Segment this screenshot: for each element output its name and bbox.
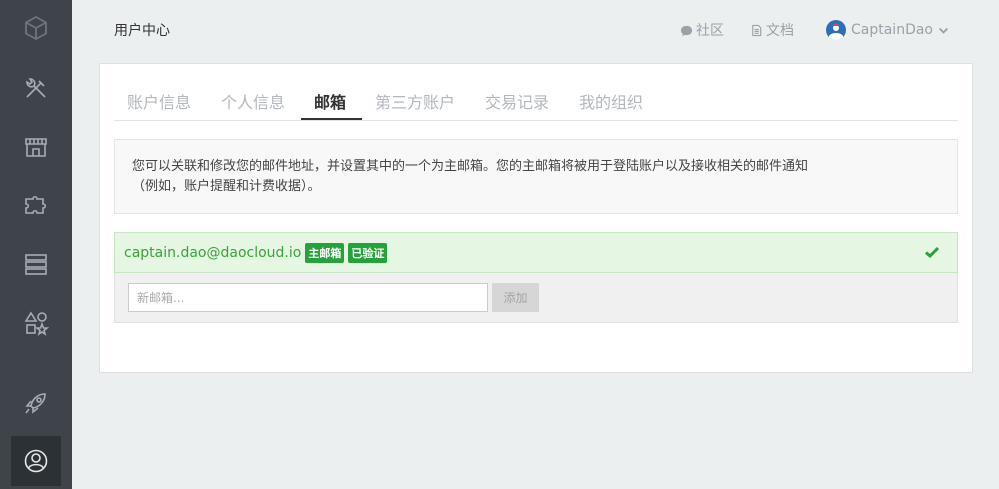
email-address: captain.dao@daocloud.io: [124, 244, 302, 261]
shapes-icon[interactable]: [11, 298, 61, 348]
info-text-line1: 您可以关联和修改您的邮件地址，并设置其中的一个为主邮箱。您的主邮箱将被用于登陆账…: [132, 159, 809, 174]
comment-icon: [680, 25, 693, 36]
store-icon[interactable]: [11, 122, 61, 172]
docs-label: 文档: [766, 23, 794, 39]
docs-link[interactable]: 文档: [750, 20, 794, 40]
email-settings-card: 账户信息 个人信息 邮箱 第三方账户 交易记录 我的组织 您可以关联和修改您的邮…: [99, 63, 973, 373]
avatar: [826, 20, 846, 40]
add-email-button[interactable]: 添加: [492, 283, 539, 312]
chevron-down-icon: [938, 27, 949, 34]
document-icon: [752, 24, 762, 36]
tab-bar: 账户信息 个人信息 邮箱 第三方账户 交易记录 我的组织: [114, 64, 958, 121]
header-links: 社区 文档 CaptainDao: [654, 20, 953, 40]
community-link[interactable]: 社区: [680, 20, 724, 40]
email-row: captain.dao@daocloud.io 主邮箱 已验证: [114, 232, 958, 273]
puzzle-icon[interactable]: [11, 180, 61, 230]
primary-badge: 主邮箱: [305, 242, 345, 263]
email-info-box: 您可以关联和修改您的邮件地址，并设置其中的一个为主邮箱。您的主邮箱将被用于登陆账…: [114, 139, 958, 214]
page-title: 用户中心: [114, 23, 170, 39]
add-email-row: 添加: [114, 273, 958, 323]
username: CaptainDao: [851, 22, 933, 38]
tab-transactions[interactable]: 交易记录: [485, 89, 549, 113]
tab-third-party[interactable]: 第三方账户: [375, 89, 455, 113]
verified-badge: 已验证: [348, 242, 388, 263]
logo-cube-icon[interactable]: [11, 3, 61, 53]
tab-email[interactable]: 邮箱: [314, 89, 346, 113]
tab-account-info[interactable]: 账户信息: [127, 89, 191, 113]
checkmark-icon: [925, 246, 940, 259]
new-email-input[interactable]: [128, 283, 488, 312]
header: 用户中心 社区 文档 CaptainDao: [72, 0, 999, 62]
tab-personal-info[interactable]: 个人信息: [221, 89, 285, 113]
tab-organizations[interactable]: 我的组织: [579, 89, 643, 113]
user-menu[interactable]: CaptainDao: [826, 20, 953, 40]
community-label: 社区: [696, 23, 724, 39]
info-text-line2: （例如，账户提醒和计费收据）。: [132, 179, 321, 194]
rocket-icon[interactable]: [11, 378, 61, 428]
tools-icon[interactable]: [11, 63, 61, 113]
active-tab-underline: [301, 118, 362, 120]
user-center-icon[interactable]: [11, 436, 61, 486]
sidebar: [0, 0, 72, 489]
server-icon[interactable]: [11, 239, 61, 289]
